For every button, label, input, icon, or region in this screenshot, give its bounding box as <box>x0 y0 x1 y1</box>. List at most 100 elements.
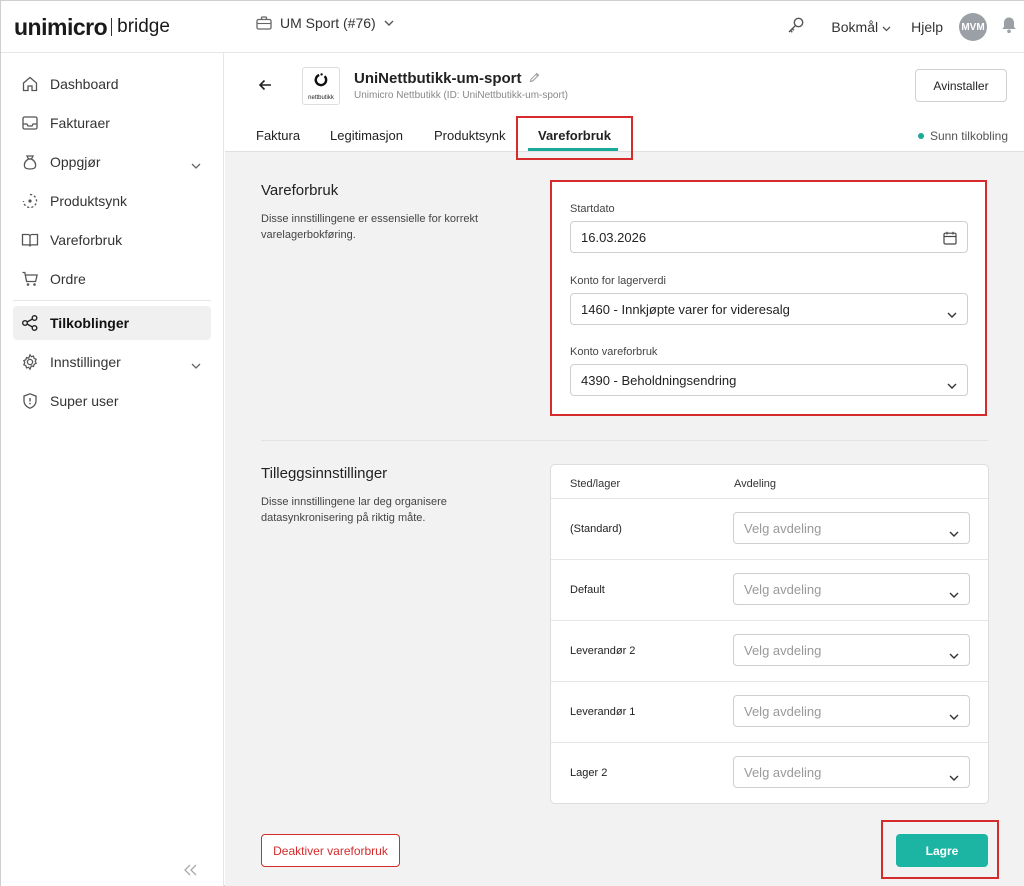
chevron-down-icon <box>949 708 959 723</box>
language-label: Bokmål <box>831 19 879 35</box>
table-row: (Standard) Velg avdeling <box>551 498 988 559</box>
department-select[interactable]: Velg avdeling <box>733 573 970 605</box>
arrow-left-icon[interactable] <box>258 78 272 96</box>
connection-status: Sunn tilkobling <box>917 129 1008 143</box>
sidebar-item-label: Vareforbruk <box>50 232 123 248</box>
app-subtitle: Unimicro Nettbutikk (ID: UniNettbutikk-u… <box>354 90 568 101</box>
department-select-placeholder: Velg avdeling <box>744 764 822 780</box>
bell-icon[interactable] <box>1001 16 1017 39</box>
department-select-placeholder: Velg avdeling <box>744 581 822 597</box>
sidebar-item-label: Produktsynk <box>50 193 128 209</box>
fields-highlight-box <box>550 180 987 416</box>
book-icon <box>21 231 39 249</box>
sidebar-item-fakturaer[interactable]: Fakturaer <box>13 106 211 140</box>
department-select-placeholder: Velg avdeling <box>744 703 822 719</box>
sync-icon <box>21 192 39 210</box>
sidebar-item-label: Oppgjør <box>50 154 101 170</box>
table-row: Leverandør 2 Velg avdeling <box>551 620 988 681</box>
app-logo: nettbutikk <box>302 67 340 105</box>
department-select[interactable]: Velg avdeling <box>733 512 970 544</box>
shield-icon <box>21 392 39 410</box>
nettbutikk-logo-icon <box>313 72 329 93</box>
section-title-vareforbruk: Vareforbruk <box>261 182 339 199</box>
sidebar-item-tilkoblinger[interactable]: Tilkoblinger <box>13 306 211 340</box>
section-divider <box>261 440 988 441</box>
sidebar-item-label: Ordre <box>50 271 86 287</box>
department-select[interactable]: Velg avdeling <box>733 634 970 666</box>
home-icon <box>21 75 39 93</box>
chevron-down-icon <box>384 20 394 26</box>
sidebar-item-label: Fakturaer <box>50 115 110 131</box>
sidebar-item-innstillinger[interactable]: Innstillinger <box>13 345 211 379</box>
tab-legitimasjon[interactable]: Legitimasjon <box>330 128 403 143</box>
location-name: Leverandør 1 <box>570 706 636 718</box>
uninstall-button[interactable]: Avinstaller <box>915 69 1007 102</box>
app-title-text: UniNettbutikk-um-sport <box>354 70 522 87</box>
chevron-down-icon <box>191 156 201 172</box>
avatar[interactable]: MVM <box>959 13 987 41</box>
department-select[interactable]: Velg avdeling <box>733 695 970 727</box>
tab-highlight-box <box>516 116 633 160</box>
location-name: Leverandør 2 <box>570 645 636 657</box>
save-highlight-box <box>881 820 999 879</box>
brand-name: unimicro <box>14 13 108 40</box>
column-header-location: Sted/lager <box>570 478 621 490</box>
chevron-down-icon <box>949 525 959 540</box>
tab-faktura[interactable]: Faktura <box>256 128 300 143</box>
sidebar-item-ordre[interactable]: Ordre <box>13 262 211 296</box>
department-select-placeholder: Velg avdeling <box>744 520 822 536</box>
sidebar-item-super-user[interactable]: Super user <box>13 384 211 418</box>
briefcase-icon <box>256 16 272 30</box>
column-header-department: Avdeling <box>734 478 776 490</box>
table-row: Leverandør 1 Velg avdeling <box>551 681 988 742</box>
department-table: Sted/lager Avdeling (Standard) Velg avde… <box>550 464 989 804</box>
brand-divider <box>111 18 113 36</box>
app-window: unimicro bridge UM Sport (#76) Bokmål Hj… <box>0 0 1024 886</box>
chevron-down-icon <box>882 19 891 35</box>
company-selector[interactable]: UM Sport (#76) <box>256 15 394 31</box>
sidebar-item-dashboard[interactable]: Dashboard <box>13 67 211 101</box>
section-description-vareforbruk: Disse innstillingene er essensielle for … <box>261 213 479 241</box>
department-select-placeholder: Velg avdeling <box>744 642 822 658</box>
sidebar-item-label: Super user <box>50 393 119 409</box>
inbox-icon <box>21 114 39 132</box>
chevron-down-icon <box>949 586 959 601</box>
top-bar: unimicro bridge UM Sport (#76) Bokmål Hj… <box>1 1 1024 53</box>
nav-divider <box>13 300 211 301</box>
deactivate-button[interactable]: Deaktiver vareforbruk <box>261 834 400 867</box>
gear-icon <box>21 353 39 371</box>
cart-icon <box>21 270 39 288</box>
chevron-down-icon <box>949 769 959 784</box>
pencil-icon[interactable] <box>529 70 540 87</box>
app-title: UniNettbutikk-um-sport <box>354 70 540 87</box>
key-icon[interactable] <box>787 16 805 39</box>
help-link[interactable]: Hjelp <box>911 19 943 35</box>
sidebar-item-produktsynk[interactable]: Produktsynk <box>13 184 211 218</box>
tab-produktsynk[interactable]: Produktsynk <box>434 128 506 143</box>
brand-product: bridge <box>117 16 170 37</box>
chevron-down-icon <box>949 647 959 662</box>
table-row: Default Velg avdeling <box>551 559 988 620</box>
table-row: Lager 2 Velg avdeling <box>551 742 988 803</box>
main-content: nettbutikk UniNettbutikk-um-sport Unimic… <box>225 53 1024 886</box>
sidebar-item-oppgjor[interactable]: Oppgjør <box>13 145 211 179</box>
sidebar: Dashboard Fakturaer Oppgjør Produktsynk … <box>1 53 224 886</box>
status-dot-icon <box>917 133 924 139</box>
collapse-sidebar-icon[interactable] <box>183 863 197 881</box>
app-header: nettbutikk UniNettbutikk-um-sport Unimic… <box>225 53 1024 121</box>
language-selector[interactable]: Bokmål <box>831 19 891 35</box>
sidebar-item-vareforbruk[interactable]: Vareforbruk <box>13 223 211 257</box>
brand-logo[interactable]: unimicro bridge <box>14 13 170 41</box>
connection-status-text: Sunn tilkobling <box>929 129 1008 143</box>
sidebar-item-label: Innstillinger <box>50 354 121 370</box>
sidebar-item-label: Dashboard <box>50 76 119 92</box>
money-icon <box>21 153 39 171</box>
app-logo-text: nettbutikk <box>308 94 334 101</box>
section-title-additional: Tilleggsinnstillinger <box>261 465 388 482</box>
department-select[interactable]: Velg avdeling <box>733 756 970 788</box>
company-name: UM Sport (#76) <box>280 15 376 31</box>
chevron-down-icon <box>191 356 201 372</box>
location-name: (Standard) <box>570 523 622 535</box>
share-icon <box>21 314 39 332</box>
location-name: Default <box>570 584 605 596</box>
